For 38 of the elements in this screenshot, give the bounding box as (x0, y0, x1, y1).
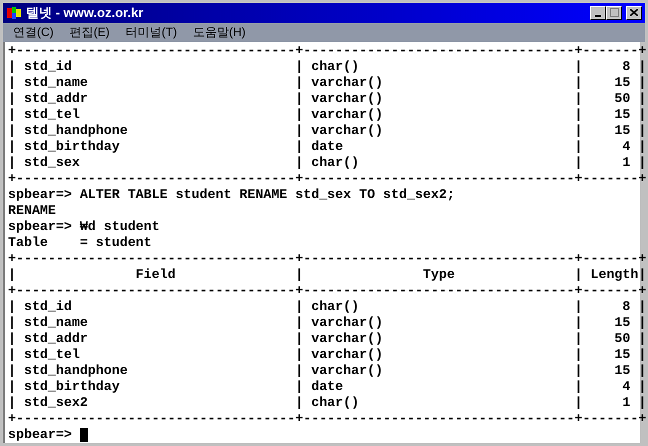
terminal-line: | std_birthday | date | 4 | (8, 379, 646, 395)
terminal-line: Table = student (8, 235, 152, 251)
maximize-button[interactable] (606, 6, 622, 20)
terminal-line: +-----------------------------------+----------------------------------+-------+ (8, 411, 646, 427)
menu-item[interactable]: 연결(C) (5, 23, 62, 42)
terminal-line: | std_birthday | date | 4 | (8, 139, 646, 155)
minimize-button[interactable] (590, 6, 606, 20)
close-button[interactable] (626, 6, 642, 20)
menu-item[interactable]: 터미널(T) (118, 23, 185, 42)
terminal-line: spbear=> ₩d student (8, 219, 160, 235)
terminal-line: +-----------------------------------+----------------------------------+-------+ (8, 43, 646, 59)
minimize-icon (595, 14, 601, 17)
terminal-line: +-----------------------------------+----------------------------------+-------+ (8, 283, 646, 299)
terminal-line: | std_tel | varchar() | 15 | (8, 347, 646, 363)
terminal-line: spbear=> ALTER TABLE student RENAME std_sex TO std_sex2; (8, 187, 455, 203)
terminal-line: | std_tel | varchar() | 15 | (8, 107, 646, 123)
terminal-prompt: spbear=> (8, 427, 72, 443)
terminal-line: | std_addr | varchar() | 50 | (8, 331, 646, 347)
menu-item[interactable]: 도움말(H) (185, 23, 254, 42)
terminal-line: | std_sex2 | char() | 1 | (8, 395, 646, 411)
app-icon (6, 6, 22, 20)
text-cursor (80, 428, 88, 442)
terminal-line: | Field | Type | Length| (8, 267, 646, 283)
window-title: 텔넷 - www.oz.or.kr (26, 4, 144, 22)
terminal-line: +-----------------------------------+----------------------------------+-------+ (8, 171, 646, 187)
maximize-icon (610, 8, 618, 18)
terminal-line: | std_id | char() | 8 | (8, 299, 646, 315)
terminal-line: | std_handphone | varchar() | 15 | (8, 363, 646, 379)
terminal-line: | std_handphone | varchar() | 15 | (8, 123, 646, 139)
terminal-line: | std_sex | char() | 1 | (8, 155, 646, 171)
terminal-line: | std_id | char() | 8 | (8, 59, 646, 75)
terminal-line: RENAME (8, 203, 56, 219)
terminal-line: | std_name | varchar() | 15 | (8, 315, 646, 331)
terminal-line: | std_name | varchar() | 15 | (8, 75, 646, 91)
menu-item[interactable]: 편집(E) (62, 23, 118, 42)
terminal-line: +-----------------------------------+----------------------------------+-------+ (8, 251, 646, 267)
terminal-line: | std_addr | varchar() | 50 | (8, 91, 646, 107)
close-icon (630, 9, 638, 16)
